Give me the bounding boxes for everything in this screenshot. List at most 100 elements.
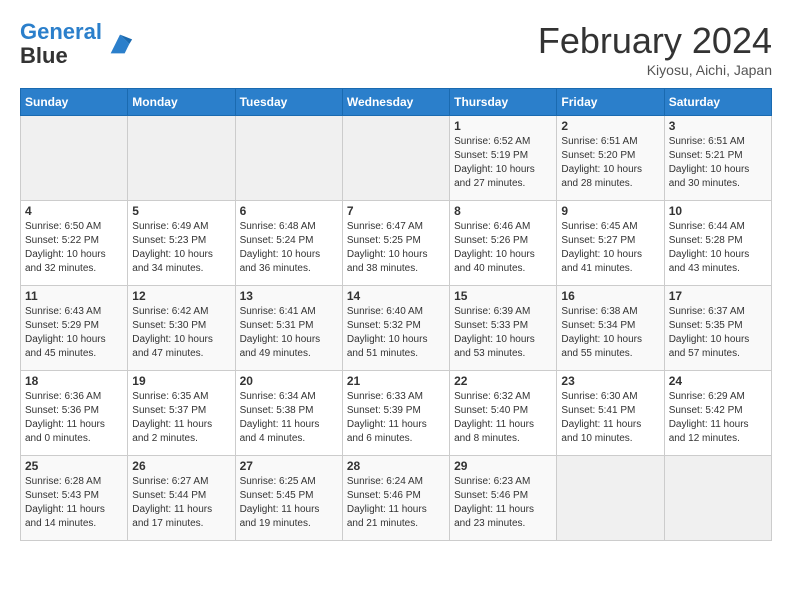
calendar-cell	[21, 116, 128, 201]
page-header: GeneralBlue February 2024 Kiyosu, Aichi,…	[20, 20, 772, 78]
day-info: Sunrise: 6:36 AM Sunset: 5:36 PM Dayligh…	[25, 390, 123, 446]
calendar-cell: 14 Sunrise: 6:40 AM Sunset: 5:32 PM Dayli…	[342, 286, 449, 371]
day-number: 19	[132, 374, 230, 388]
day-of-week-header: Friday	[557, 89, 664, 116]
calendar-week-row: 25 Sunrise: 6:28 AM Sunset: 5:43 PM Dayli…	[21, 456, 772, 541]
day-info: Sunrise: 6:39 AM Sunset: 5:33 PM Dayligh…	[454, 305, 552, 361]
day-number: 2	[561, 119, 659, 133]
calendar-cell: 21 Sunrise: 6:33 AM Sunset: 5:39 PM Dayli…	[342, 371, 449, 456]
calendar-week-row: 4 Sunrise: 6:50 AM Sunset: 5:22 PM Daylig…	[21, 201, 772, 286]
day-number: 6	[240, 204, 338, 218]
title-block: February 2024 Kiyosu, Aichi, Japan	[538, 20, 772, 78]
day-info: Sunrise: 6:35 AM Sunset: 5:37 PM Dayligh…	[132, 390, 230, 446]
calendar-cell: 6 Sunrise: 6:48 AM Sunset: 5:24 PM Daylig…	[235, 201, 342, 286]
day-info: Sunrise: 6:47 AM Sunset: 5:25 PM Dayligh…	[347, 220, 445, 276]
day-info: Sunrise: 6:43 AM Sunset: 5:29 PM Dayligh…	[25, 305, 123, 361]
day-info: Sunrise: 6:37 AM Sunset: 5:35 PM Dayligh…	[669, 305, 767, 361]
day-number: 22	[454, 374, 552, 388]
header-row: SundayMondayTuesdayWednesdayThursdayFrid…	[21, 89, 772, 116]
day-number: 27	[240, 459, 338, 473]
day-number: 17	[669, 289, 767, 303]
day-number: 13	[240, 289, 338, 303]
calendar-cell	[235, 116, 342, 201]
calendar-cell: 3 Sunrise: 6:51 AM Sunset: 5:21 PM Daylig…	[664, 116, 771, 201]
day-info: Sunrise: 6:51 AM Sunset: 5:21 PM Dayligh…	[669, 135, 767, 191]
calendar-cell: 23Sunrise: 6:30 AM Sunset: 5:41 PM Dayli…	[557, 371, 664, 456]
day-number: 28	[347, 459, 445, 473]
day-info: Sunrise: 6:41 AM Sunset: 5:31 PM Dayligh…	[240, 305, 338, 361]
day-info: Sunrise: 6:48 AM Sunset: 5:24 PM Dayligh…	[240, 220, 338, 276]
logo-text: GeneralBlue	[20, 20, 102, 68]
day-info: Sunrise: 6:34 AM Sunset: 5:38 PM Dayligh…	[240, 390, 338, 446]
day-info: Sunrise: 6:32 AM Sunset: 5:40 PM Dayligh…	[454, 390, 552, 446]
day-number: 26	[132, 459, 230, 473]
calendar-cell: 19 Sunrise: 6:35 AM Sunset: 5:37 PM Dayli…	[128, 371, 235, 456]
day-info: Sunrise: 6:38 AM Sunset: 5:34 PM Dayligh…	[561, 305, 659, 361]
calendar-cell: 9Sunrise: 6:45 AM Sunset: 5:27 PM Daylig…	[557, 201, 664, 286]
day-info: Sunrise: 6:23 AM Sunset: 5:46 PM Dayligh…	[454, 475, 552, 531]
calendar-cell: 24Sunrise: 6:29 AM Sunset: 5:42 PM Dayli…	[664, 371, 771, 456]
day-of-week-header: Sunday	[21, 89, 128, 116]
calendar-cell: 18 Sunrise: 6:36 AM Sunset: 5:36 PM Dayli…	[21, 371, 128, 456]
day-info: Sunrise: 6:27 AM Sunset: 5:44 PM Dayligh…	[132, 475, 230, 531]
day-number: 25	[25, 459, 123, 473]
calendar-cell	[664, 456, 771, 541]
day-number: 8	[454, 204, 552, 218]
day-number: 3	[669, 119, 767, 133]
calendar-cell	[557, 456, 664, 541]
calendar-cell: 28 Sunrise: 6:24 AM Sunset: 5:46 PM Dayli…	[342, 456, 449, 541]
calendar-week-row: 1Sunrise: 6:52 AM Sunset: 5:19 PM Daylig…	[21, 116, 772, 201]
day-info: Sunrise: 6:25 AM Sunset: 5:45 PM Dayligh…	[240, 475, 338, 531]
day-number: 10	[669, 204, 767, 218]
day-of-week-header: Monday	[128, 89, 235, 116]
day-info: Sunrise: 6:46 AM Sunset: 5:26 PM Dayligh…	[454, 220, 552, 276]
day-info: Sunrise: 6:33 AM Sunset: 5:39 PM Dayligh…	[347, 390, 445, 446]
day-info: Sunrise: 6:40 AM Sunset: 5:32 PM Dayligh…	[347, 305, 445, 361]
day-info: Sunrise: 6:51 AM Sunset: 5:20 PM Dayligh…	[561, 135, 659, 191]
day-of-week-header: Thursday	[450, 89, 557, 116]
day-number: 16	[561, 289, 659, 303]
calendar-cell: 27 Sunrise: 6:25 AM Sunset: 5:45 PM Dayli…	[235, 456, 342, 541]
calendar-cell: 4 Sunrise: 6:50 AM Sunset: 5:22 PM Daylig…	[21, 201, 128, 286]
day-number: 24	[669, 374, 767, 388]
day-info: Sunrise: 6:42 AM Sunset: 5:30 PM Dayligh…	[132, 305, 230, 361]
day-of-week-header: Saturday	[664, 89, 771, 116]
calendar-week-row: 18 Sunrise: 6:36 AM Sunset: 5:36 PM Dayli…	[21, 371, 772, 456]
calendar-cell: 1Sunrise: 6:52 AM Sunset: 5:19 PM Daylig…	[450, 116, 557, 201]
day-number: 5	[132, 204, 230, 218]
location: Kiyosu, Aichi, Japan	[538, 62, 772, 78]
day-number: 15	[454, 289, 552, 303]
day-of-week-header: Tuesday	[235, 89, 342, 116]
day-info: Sunrise: 6:28 AM Sunset: 5:43 PM Dayligh…	[25, 475, 123, 531]
calendar-cell: 5Sunrise: 6:49 AM Sunset: 5:23 PM Daylig…	[128, 201, 235, 286]
day-number: 21	[347, 374, 445, 388]
day-info: Sunrise: 6:50 AM Sunset: 5:22 PM Dayligh…	[25, 220, 123, 276]
calendar-cell: 17 Sunrise: 6:37 AM Sunset: 5:35 PM Dayli…	[664, 286, 771, 371]
month-year: February 2024	[538, 20, 772, 62]
calendar-cell: 13 Sunrise: 6:41 AM Sunset: 5:31 PM Dayli…	[235, 286, 342, 371]
day-of-week-header: Wednesday	[342, 89, 449, 116]
logo: GeneralBlue	[20, 20, 134, 68]
day-number: 14	[347, 289, 445, 303]
logo-icon	[106, 30, 134, 58]
calendar-cell: 7 Sunrise: 6:47 AM Sunset: 5:25 PM Daylig…	[342, 201, 449, 286]
day-number: 20	[240, 374, 338, 388]
calendar-cell: 11 Sunrise: 6:43 AM Sunset: 5:29 PM Dayli…	[21, 286, 128, 371]
day-number: 11	[25, 289, 123, 303]
day-info: Sunrise: 6:45 AM Sunset: 5:27 PM Dayligh…	[561, 220, 659, 276]
calendar-cell: 10 Sunrise: 6:44 AM Sunset: 5:28 PM Dayli…	[664, 201, 771, 286]
calendar-cell: 25 Sunrise: 6:28 AM Sunset: 5:43 PM Dayli…	[21, 456, 128, 541]
calendar-cell: 16 Sunrise: 6:38 AM Sunset: 5:34 PM Dayli…	[557, 286, 664, 371]
calendar-cell	[342, 116, 449, 201]
day-number: 29	[454, 459, 552, 473]
day-info: Sunrise: 6:24 AM Sunset: 5:46 PM Dayligh…	[347, 475, 445, 531]
calendar-cell: 22 Sunrise: 6:32 AM Sunset: 5:40 PM Dayli…	[450, 371, 557, 456]
day-info: Sunrise: 6:44 AM Sunset: 5:28 PM Dayligh…	[669, 220, 767, 276]
day-number: 7	[347, 204, 445, 218]
calendar-table: SundayMondayTuesdayWednesdayThursdayFrid…	[20, 88, 772, 541]
calendar-cell: 8 Sunrise: 6:46 AM Sunset: 5:26 PM Daylig…	[450, 201, 557, 286]
calendar-week-row: 11 Sunrise: 6:43 AM Sunset: 5:29 PM Dayli…	[21, 286, 772, 371]
day-info: Sunrise: 6:52 AM Sunset: 5:19 PM Dayligh…	[454, 135, 552, 191]
day-number: 18	[25, 374, 123, 388]
day-number: 4	[25, 204, 123, 218]
